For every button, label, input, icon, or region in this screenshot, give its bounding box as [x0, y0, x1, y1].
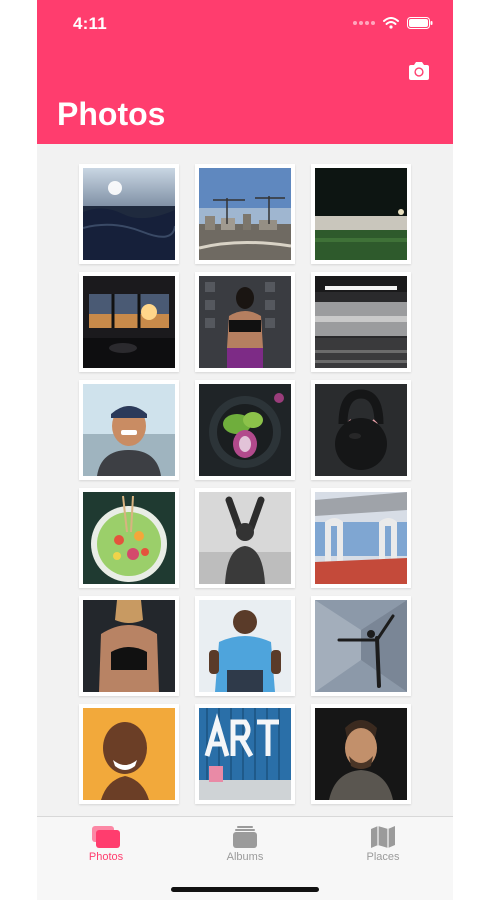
tab-albums[interactable]: Albums: [176, 825, 314, 873]
photo-salad-bowl: [83, 492, 175, 584]
photo-night-field: [315, 168, 407, 260]
photo-kettlebell: [315, 384, 407, 476]
status-time: 4:11: [73, 14, 107, 33]
tab-bar: Photos Albums Places: [37, 816, 453, 900]
photo-tile[interactable]: [311, 596, 411, 696]
photo-modern-bridge: [315, 492, 407, 584]
photo-man-stretching: [199, 492, 291, 584]
photo-city-cranes: [199, 168, 291, 260]
photo-tile[interactable]: [311, 272, 411, 372]
photo-ocean-waves: [83, 168, 175, 260]
photo-tile[interactable]: [79, 596, 179, 696]
tab-label-albums: Albums: [226, 851, 264, 863]
tab-label-places: Places: [366, 851, 400, 863]
photo-tile[interactable]: [79, 704, 179, 804]
camera-icon[interactable]: [407, 60, 431, 82]
photo-man-portrait: [315, 708, 407, 800]
photo-tile[interactable]: [311, 380, 411, 480]
phone-screen: 4:11 Photos Photos Albums Places: [37, 0, 453, 900]
wifi-icon: [383, 17, 399, 29]
photo-woman-back-muscles: [83, 600, 175, 692]
battery-icon: [407, 17, 433, 29]
photo-man-cap: [83, 384, 175, 476]
status-icons: [353, 17, 433, 29]
photo-yoga-pose: [315, 600, 407, 692]
photo-tile[interactable]: [311, 488, 411, 588]
photos-icon: [92, 826, 120, 848]
tab-photos[interactable]: Photos: [37, 825, 175, 873]
header: 4:11 Photos: [37, 0, 453, 144]
photo-tile[interactable]: [79, 272, 179, 372]
photo-tile[interactable]: [79, 380, 179, 480]
photo-tile[interactable]: [195, 164, 295, 264]
cellular-signal-icon: [353, 21, 375, 25]
page-title: Photos: [57, 96, 166, 132]
photo-greens-bowl: [199, 384, 291, 476]
photo-grid-area[interactable]: [37, 144, 453, 816]
home-indicator[interactable]: [171, 887, 319, 892]
photo-art-container: [199, 708, 291, 800]
albums-icon: [233, 826, 257, 848]
photo-man-blue-shirt: [199, 600, 291, 692]
photo-window-sunset: [83, 276, 175, 368]
tab-label-photos: Photos: [88, 851, 124, 863]
photo-tile[interactable]: [79, 488, 179, 588]
photo-tile[interactable]: [195, 488, 295, 588]
photo-tile[interactable]: [311, 704, 411, 804]
photo-tile[interactable]: [195, 272, 295, 372]
photo-woman-back: [199, 276, 291, 368]
photo-laughing-woman: [83, 708, 175, 800]
photo-tile[interactable]: [195, 704, 295, 804]
photo-grid: [79, 164, 411, 804]
photo-tile[interactable]: [195, 596, 295, 696]
photo-tile[interactable]: [79, 164, 179, 264]
map-icon: [371, 826, 395, 848]
photo-tile[interactable]: [311, 164, 411, 264]
tab-places[interactable]: Places: [314, 825, 452, 873]
photo-tile[interactable]: [195, 380, 295, 480]
photo-subway-station: [315, 276, 407, 368]
